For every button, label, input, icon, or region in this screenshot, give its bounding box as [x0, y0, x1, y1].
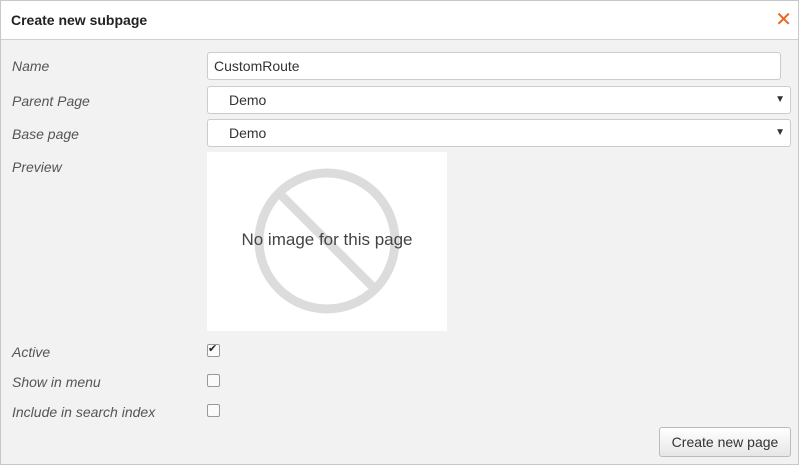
- show-in-menu-checkbox[interactable]: [207, 374, 220, 387]
- active-checkbox[interactable]: [207, 342, 220, 357]
- create-subpage-dialog: Create new subpage ✕ Name Parent Page De…: [0, 0, 799, 465]
- no-image-text: No image for this page: [241, 230, 413, 249]
- chevron-down-icon: ▼: [775, 127, 785, 138]
- name-label: Name: [12, 58, 50, 74]
- show-in-menu-label: Show in menu: [12, 374, 101, 390]
- base-page-label: Base page: [12, 126, 79, 142]
- dialog-header: Create new subpage ✕: [1, 1, 798, 40]
- name-input[interactable]: [207, 52, 781, 80]
- parent-page-label: Parent Page: [12, 93, 90, 109]
- base-page-select[interactable]: Demo ▼: [207, 119, 791, 147]
- search-index-checkbox[interactable]: [207, 404, 220, 417]
- active-label: Active: [12, 344, 51, 360]
- dialog-title: Create new subpage: [11, 12, 148, 28]
- preview-image: No image for this page: [207, 152, 447, 331]
- parent-page-value: Demo: [229, 92, 267, 108]
- preview-label: Preview: [12, 159, 62, 175]
- chevron-down-icon: ▼: [775, 94, 785, 105]
- base-page-value: Demo: [229, 125, 267, 141]
- create-new-page-button[interactable]: Create new page: [659, 427, 791, 457]
- search-index-label: Include in search index: [12, 404, 156, 420]
- parent-page-select[interactable]: Demo ▼: [207, 86, 791, 114]
- close-icon[interactable]: ✕: [775, 10, 792, 30]
